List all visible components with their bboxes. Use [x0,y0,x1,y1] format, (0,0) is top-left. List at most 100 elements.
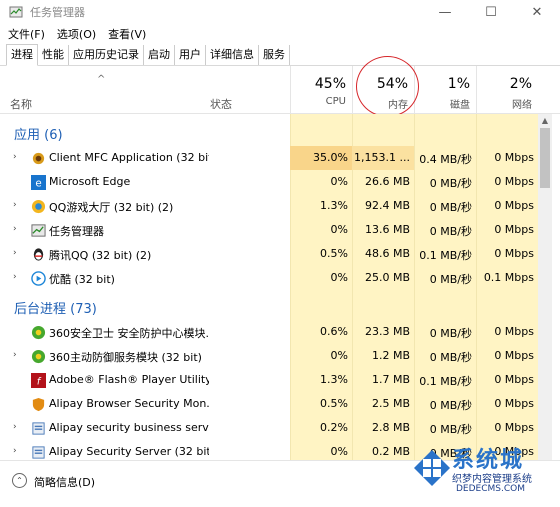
table-row[interactable]: › Client MFC Application (32 bit) 35.0% 1,1… [0,146,538,170]
process-cpu: 0% [330,445,348,458]
expand-chevron-icon[interactable]: › [13,152,17,162]
maximize-button[interactable]: ☐ [468,0,514,24]
process-disk: 0 MB/秒 [429,327,472,340]
process-network: 0 Mbps [494,325,534,338]
scroll-up-icon[interactable]: ▲ [538,114,552,128]
alipay-service-icon [30,420,46,436]
group-apps[interactable]: 应用 (6) [0,120,538,144]
sort-arrow-icon: ^ [97,74,106,85]
cpu-total: 45% [314,76,346,92]
process-network: 0 Mbps [494,247,534,260]
tab-bar: 进程 性能 应用历史记录 启动 用户 详细信息 服务 [0,44,560,66]
table-row[interactable]: › 优酷 (32 bit) 0% 25.0 MB 0 MB/秒 0.1 Mbps [0,266,538,290]
process-cpu: 0% [330,271,348,284]
minimize-button[interactable]: — [422,0,468,24]
tab-performance[interactable]: 性能 [38,45,69,65]
process-network: 0 Mbps [494,175,534,188]
expand-chevron-icon[interactable]: › [13,248,17,258]
process-cpu: 35.0% [313,151,348,164]
table-row[interactable]: › 任务管理器 0% 13.6 MB 0 MB/秒 0 Mbps [0,218,538,242]
process-cpu: 0.5% [320,247,348,260]
scroll-thumb[interactable] [540,128,550,188]
table-row[interactable]: f Adobe® Flash® Player Utility 1.3% 1.7 MB 0… [0,368,538,392]
qq-penguin-icon [30,246,46,262]
process-name: 任务管理器 [49,225,104,238]
fewer-details-link[interactable]: 简略信息(D) [34,474,95,490]
column-name[interactable]: 名称 [10,96,32,112]
memory-highlight-circle [356,56,419,117]
column-network[interactable]: 2% 网络 [476,66,538,114]
flash-icon: f [30,372,46,388]
process-memory: 0.2 MB [371,445,410,458]
svg-text:e: e [35,177,41,189]
expand-chevron-icon[interactable]: › [13,224,17,234]
process-name: 优酷 (32 bit) [49,273,115,286]
tab-details[interactable]: 详细信息 [206,45,259,65]
process-network: 0 Mbps [494,421,534,434]
tab-processes[interactable]: 进程 [6,44,38,66]
process-disk: 0 MB/秒 [429,273,472,286]
table-row[interactable]: › 腾讯QQ (32 bit) (2) 0.5% 48.6 MB 0.1 MB/秒 0 M… [0,242,538,266]
process-cpu: 0.5% [320,397,348,410]
window-title: 任务管理器 [30,6,85,19]
process-disk: 0.4 MB/秒 [419,153,472,166]
expand-chevron-icon[interactable]: › [13,272,17,282]
process-disk: 0 MB/秒 [429,399,472,412]
qq-game-icon [30,198,46,214]
group-apps-title: 应用 (6) [14,128,63,143]
alipay-icon [30,396,46,412]
process-name: 360安全卫士 安全防护中心模块... [49,327,209,340]
process-cpu: 1.3% [320,199,348,212]
watermark: 系统城 织梦内容管理系统 DEDECMS.COM [412,444,560,507]
table-row[interactable]: 360安全卫士 安全防护中心模块... 0.6% 23.3 MB 0 MB/秒 0 Mb… [0,320,538,344]
menu-view[interactable]: 查看(V) [108,26,146,42]
table-row[interactable]: › 360主动防御服务模块 (32 bit) 0% 1.2 MB 0 MB/秒 0 Mbp… [0,344,538,368]
table-row[interactable]: › QQ游戏大厅 (32 bit) (2) 1.3% 92.4 MB 0 MB/秒 0 M… [0,194,538,218]
expand-chevron-icon[interactable]: › [13,422,17,432]
table-row[interactable]: › Alipay security business servi... 0.2% 2.… [0,416,538,440]
process-cpu: 1.3% [320,373,348,386]
360-shield-icon [30,324,46,340]
table-row[interactable]: e Microsoft Edge 0% 26.6 MB 0 MB/秒 0 Mbps [0,170,538,194]
task-manager-icon [30,222,46,238]
close-button[interactable]: ✕ [514,0,560,24]
fewer-details-icon[interactable]: ⌃ [12,473,27,488]
group-background-title: 后台进程 (73) [14,302,97,317]
process-memory: 26.6 MB [364,175,410,188]
tab-startup[interactable]: 启动 [144,45,175,65]
menu-file[interactable]: 文件(F) [8,26,45,42]
group-background[interactable]: 后台进程 (73) [0,294,538,318]
table-row[interactable]: Alipay Browser Security Mon... 0.5% 2.5 MB… [0,392,538,416]
watermark-subtitle: 织梦内容管理系统 [452,470,532,485]
process-name: Microsoft Edge [49,175,131,188]
column-disk[interactable]: 1% 磁盘 [414,66,476,114]
process-memory: 25.0 MB [364,271,410,284]
column-cpu[interactable]: 45% CPU [290,66,352,114]
process-disk: 0 MB/秒 [429,351,472,364]
process-list: 应用 (6) › Client MFC Application (32 bit) 3… [0,114,538,460]
expand-chevron-icon[interactable]: › [13,350,17,360]
process-name: Alipay Security Server (32 bit) [49,445,209,458]
menu-options[interactable]: 选项(O) [57,26,96,42]
tab-services[interactable]: 服务 [259,45,290,65]
process-network: 0 Mbps [494,373,534,386]
process-name: Alipay security business servi... [49,421,209,434]
expand-chevron-icon[interactable]: › [13,200,17,210]
column-status[interactable]: 状态 [210,96,232,112]
process-memory: 13.6 MB [364,223,410,236]
expand-chevron-icon[interactable]: › [13,446,17,456]
process-memory: 1,153.1 ... [354,151,410,164]
process-memory: 1.2 MB [371,349,410,362]
tab-app-history[interactable]: 应用历史记录 [69,45,144,65]
title-bar: 任务管理器 — ☐ ✕ [0,0,560,24]
tab-users[interactable]: 用户 [175,45,206,65]
vertical-scrollbar[interactable]: ▲ [538,114,552,460]
process-name: 腾讯QQ (32 bit) (2) [49,249,152,262]
process-cpu: 0.2% [320,421,348,434]
menu-bar: 文件(F) 选项(O) 查看(V) [0,24,560,44]
process-memory: 2.8 MB [371,421,410,434]
process-cpu: 0% [330,349,348,362]
process-name: 360主动防御服务模块 (32 bit) [49,351,202,364]
process-memory: 2.5 MB [371,397,410,410]
process-network: 0.1 Mbps [483,271,534,284]
